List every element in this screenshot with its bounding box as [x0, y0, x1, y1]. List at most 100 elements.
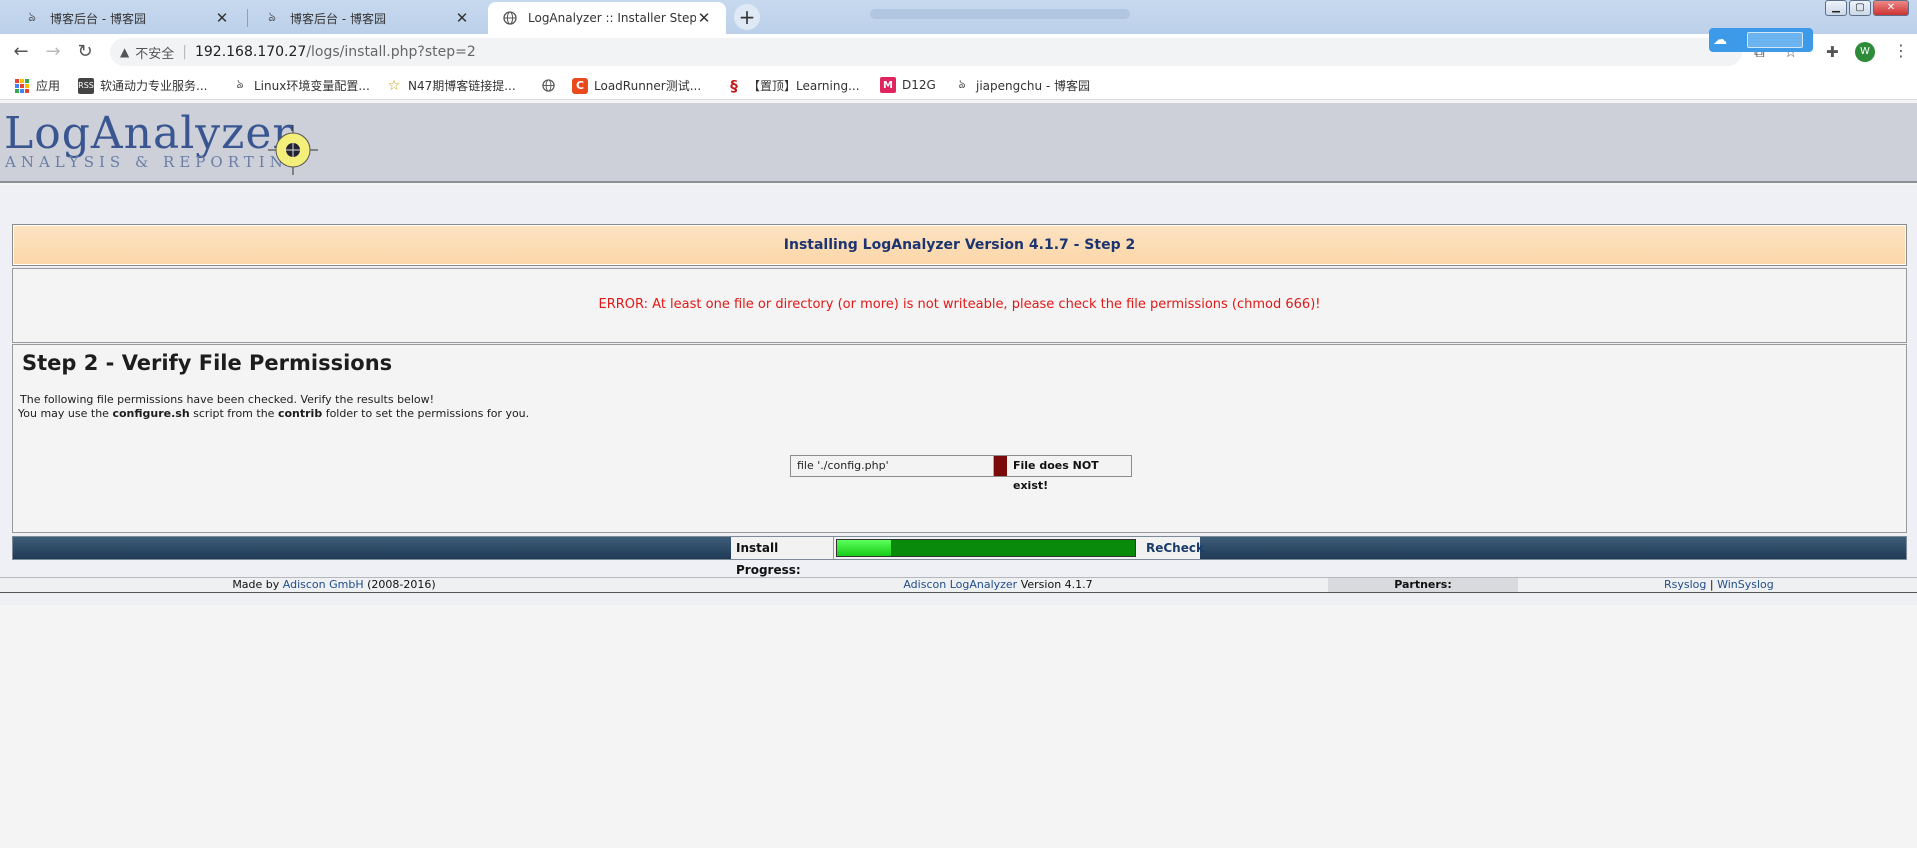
browser-tab-2[interactable]: ঌ 博客后台 - 博客园 ✕	[250, 2, 484, 34]
browser-toolbar: ← → ↻ ▲ 不安全 | 192.168.170.27/logs/instal…	[0, 34, 1917, 70]
tab-label: LogAnalyzer :: Installer Step 2	[528, 11, 696, 25]
window-title-blur	[870, 9, 1130, 19]
cnblogs-icon: ঌ	[28, 9, 36, 25]
bookmark-item[interactable]: § 【置顶】Learning...	[726, 76, 860, 95]
bookmark-item[interactable]: RSS 软通动力专业服务...	[78, 77, 207, 94]
bookmark-item[interactable]: ঌ Linux环境变量配置...	[232, 76, 370, 94]
forward-button[interactable]: →	[42, 41, 64, 63]
bookmark-label: 软通动力专业服务...	[100, 79, 208, 93]
step-panel: Step 2 - Verify File Permissions The fol…	[12, 344, 1907, 533]
extensions-icon[interactable]: ✚	[1826, 43, 1839, 61]
crosshair-logo-icon	[268, 125, 318, 175]
bookmark-label: jiapengchu - 博客园	[976, 79, 1091, 93]
bookmark-label: 应用	[36, 79, 61, 93]
browser-tab-strip: ঌ 博客后台 - 博客园 ✕ ঌ 博客后台 - 博客园 ✕ LogAnalyze…	[0, 0, 1917, 34]
cloud-icon: ☁	[1713, 32, 1727, 48]
permission-check-row: file './config.php' File does NOT exist!	[790, 455, 1132, 492]
recheck-link[interactable]: ReCheck	[1138, 537, 1204, 559]
progress-panel: Install Progress: ReCheck	[731, 537, 1204, 577]
product-link[interactable]: Adiscon LogAnalyzer	[903, 578, 1017, 591]
status-indicator	[994, 456, 1007, 476]
cloud-sync-widget[interactable]: ☁	[1709, 28, 1813, 52]
security-label[interactable]: 不安全	[135, 43, 174, 62]
window-controls: ▁ ▢ ✕	[1825, 0, 1909, 16]
hint-text: You may use the	[18, 407, 113, 420]
winsyslog-link[interactable]: WinSyslog	[1717, 578, 1774, 591]
browser-tab-3-active[interactable]: LogAnalyzer :: Installer Step 2 ✕	[488, 2, 726, 34]
install-progress-bar: Install Progress: ReCheck	[12, 536, 1907, 577]
page-footer: Made by Adiscon GmbH (2008-2016) Adiscon…	[0, 577, 1917, 593]
tab-separator	[247, 9, 248, 27]
star-icon: ☆	[387, 77, 401, 94]
step-description: The following file permissions have been…	[20, 393, 435, 406]
bookmark-item[interactable]: ঌ jiapengchu - 博客园	[954, 77, 1090, 94]
step-hint: You may use the configure.sh script from…	[18, 407, 529, 420]
window-close-button[interactable]: ✕	[1873, 0, 1909, 16]
footer-text: Version 4.1.7	[1017, 578, 1093, 591]
footer-partners-label: Partners:	[1328, 578, 1518, 592]
installer-title: Installing LogAnalyzer Version 4.1.7 - S…	[12, 224, 1907, 266]
bookmark-label: N47期博客链接提...	[408, 79, 516, 93]
progress-label: Install Progress:	[731, 537, 834, 577]
bookmark-item[interactable]	[540, 77, 562, 93]
check-file-name: file './config.php'	[791, 456, 994, 476]
error-message: ERROR: At least one file or directory (o…	[12, 268, 1907, 343]
progress-track	[836, 539, 1136, 557]
address-host: 192.168.170.27	[194, 44, 307, 60]
footer-partners: Rsyslog | WinSyslog	[1518, 578, 1917, 592]
bookmark-label: LoadRunner测试...	[594, 79, 702, 93]
close-icon[interactable]: ✕	[696, 9, 712, 27]
bookmark-apps[interactable]: 应用	[14, 77, 60, 94]
footer-made-by: Made by Adiscon GmbH (2008-2016)	[0, 578, 668, 592]
apps-grid-icon	[14, 78, 30, 94]
hint-script: configure.sh	[112, 407, 190, 420]
progress-fill	[837, 540, 891, 556]
reload-button[interactable]: ↻	[74, 41, 96, 63]
globe-icon	[540, 77, 556, 93]
logo-subtitle: ANALYSIS & REPORTING	[5, 153, 305, 171]
cnblogs-icon: ঌ	[958, 76, 966, 91]
warning-icon[interactable]: ▲	[120, 45, 129, 59]
page-content: LogAnalyzer ANALYSIS & REPORTING Install…	[0, 100, 1917, 848]
check-status: File does NOT exist!	[1007, 456, 1131, 492]
mail-icon: M	[880, 77, 896, 93]
bookmark-item[interactable]: M D12G	[880, 77, 936, 93]
step-heading: Step 2 - Verify File Permissions	[22, 351, 393, 375]
rss-icon: RSS	[78, 77, 94, 94]
browser-tab-1[interactable]: ঌ 博客后台 - 博客园 ✕	[10, 2, 244, 34]
bookmark-label: 【置顶】Learning...	[748, 79, 860, 93]
hint-folder: contrib	[277, 407, 323, 420]
globe-icon	[502, 10, 518, 26]
rsyslog-link[interactable]: Rsyslog	[1664, 578, 1706, 591]
cloud-widget-box	[1747, 32, 1803, 48]
close-icon[interactable]: ✕	[214, 9, 230, 27]
swirl-icon: §	[730, 76, 738, 95]
footer-text: Made by	[232, 578, 283, 591]
loganalyzer-header: LogAnalyzer ANALYSIS & REPORTING	[0, 103, 1917, 183]
address-path: /logs/install.php?step=2	[306, 44, 476, 60]
csdn-icon: C	[572, 77, 588, 94]
avatar[interactable]: W	[1855, 42, 1875, 62]
bookmark-label: Linux环境变量配置...	[254, 79, 370, 93]
address-bar[interactable]: ▲ 不安全 | 192.168.170.27/logs/install.php?…	[110, 38, 1742, 66]
back-button[interactable]: ←	[10, 41, 32, 63]
tab-label: 博客后台 - 博客园	[290, 11, 386, 26]
partner-separator: |	[1709, 578, 1714, 591]
menu-icon[interactable]: ⋮	[1893, 41, 1909, 60]
footer-text: (2008-2016)	[363, 578, 436, 591]
bookmark-item[interactable]: C LoadRunner测试...	[572, 77, 701, 94]
bookmark-item[interactable]: ☆ N47期博客链接提...	[386, 77, 516, 94]
new-tab-button[interactable]: +	[734, 4, 760, 30]
footer-product: Adiscon LogAnalyzer Version 4.1.7	[668, 578, 1328, 592]
maximize-button[interactable]: ▢	[1849, 0, 1871, 16]
cnblogs-icon: ঌ	[236, 76, 244, 91]
hint-text: folder to set the permissions for you.	[322, 407, 530, 420]
hint-text: script from the	[189, 407, 278, 420]
address-separator: |	[182, 44, 187, 60]
minimize-button[interactable]: ▁	[1825, 0, 1847, 16]
tab-label: 博客后台 - 博客园	[50, 11, 146, 26]
bookmarks-bar: 应用 RSS 软通动力专业服务... ঌ Linux环境变量配置... ☆ N4…	[0, 70, 1917, 100]
adiscon-link[interactable]: Adiscon GmbH	[283, 578, 364, 591]
close-icon[interactable]: ✕	[454, 9, 470, 27]
logo-title: LogAnalyzer	[4, 108, 295, 159]
